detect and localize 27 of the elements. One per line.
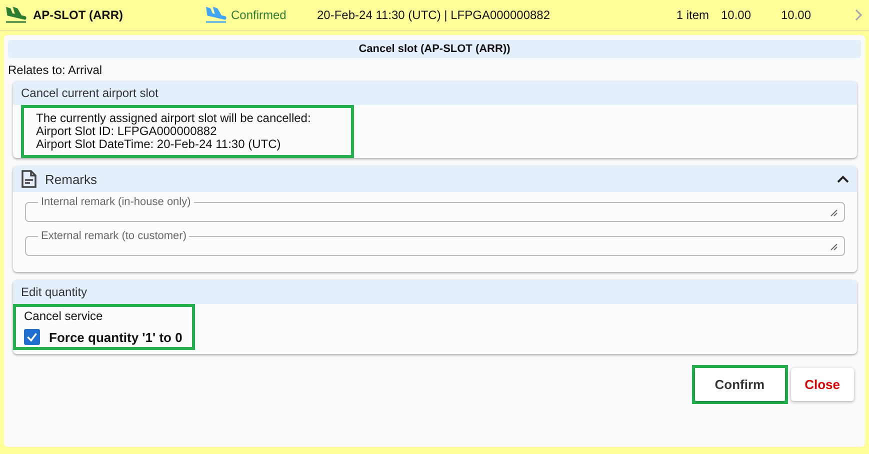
section-header: Edit quantity [13,280,857,304]
relates-to-text: Relates to: Arrival [8,62,104,79]
total-text: 10.00 [781,8,812,22]
remark-field[interactable]: External remark (to customer) [25,230,845,256]
checkbox-label: Force quantity '1' to 0 [49,330,182,344]
resize-handle-icon[interactable] [830,243,838,251]
document-icon [21,170,37,188]
price-text: 10.00 [721,8,752,22]
status-text: Confirmed [231,8,288,22]
section-title: Remarks [45,172,98,186]
info-line: The currently assigned airport slot will be cancelled: [36,112,311,125]
confirm-button[interactable]: Confirm [694,368,785,401]
chevron-up-icon[interactable] [837,175,849,183]
subtitle-text: Cancel service [24,309,104,323]
quantity-text: 1 item [675,8,709,22]
airplane-landing-icon [5,6,27,24]
info-line: Airport Slot ID: LFPGA000000882 [36,125,218,138]
airplane-landing-icon [205,6,227,24]
dialog-title: Cancel slot (AP-SLOT (ARR)) [8,40,861,58]
close-button[interactable]: Close [790,368,854,401]
remark-field[interactable]: Internal remark (in-house only) [25,196,845,222]
resize-handle-icon[interactable] [830,209,838,217]
section-header: Cancel current airport slot [13,81,857,105]
checkbox[interactable] [24,329,40,345]
service-code: AP-SLOT (ARR) [33,8,124,22]
info-line: Airport Slot DateTime: 20-Feb-24 11:30 (UTC) [36,138,282,151]
slot-detail: 20-Feb-24 11:30 (UTC) | LFPGA000000882 [317,8,552,22]
